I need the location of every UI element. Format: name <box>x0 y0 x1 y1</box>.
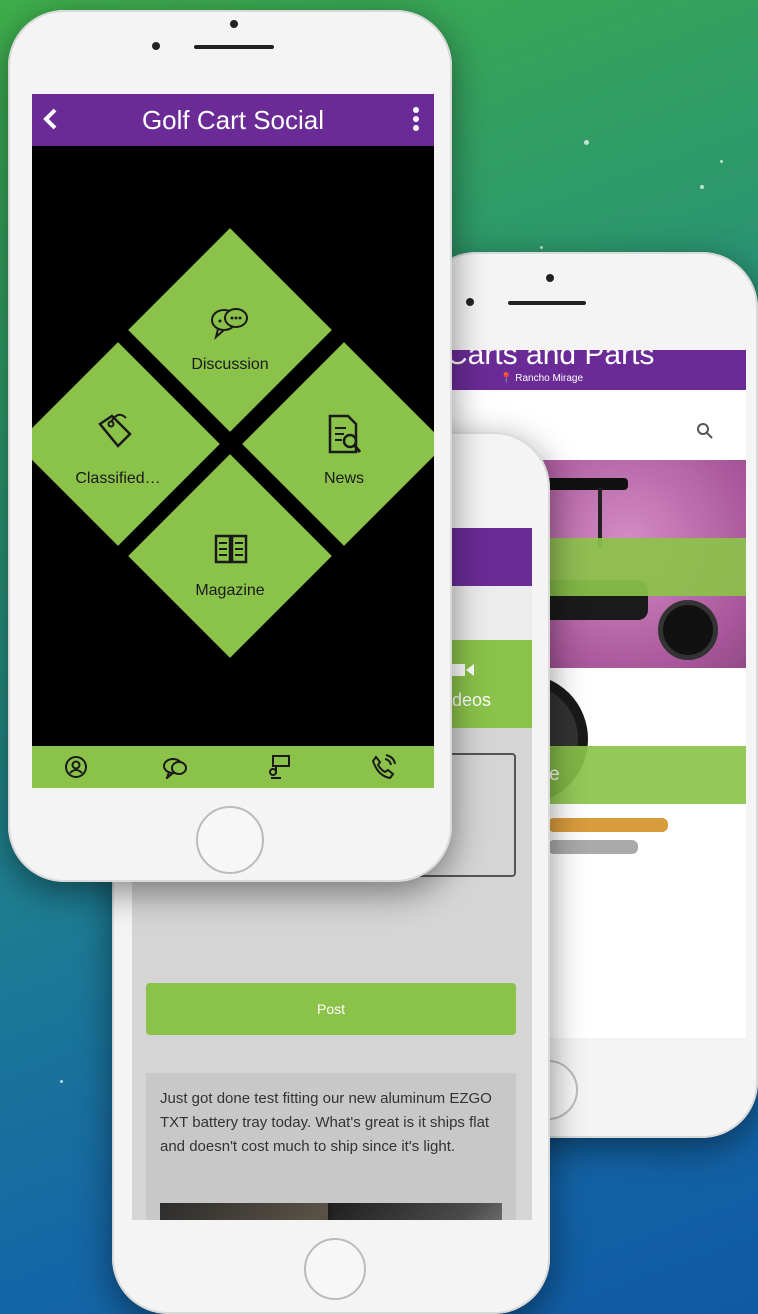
tile-label-magazine: Magazine <box>195 582 265 599</box>
tab-label: deos <box>452 690 492 710</box>
earpiece-speaker <box>194 45 274 49</box>
home-button[interactable] <box>196 806 264 874</box>
news-document-icon <box>328 414 362 454</box>
bottom-nav-bar <box>32 746 434 788</box>
post-button[interactable]: Post <box>146 983 516 1035</box>
front-sensor <box>466 298 474 306</box>
tile-label-classifieds: Classified… <box>75 470 161 487</box>
open-book-icon <box>214 534 248 564</box>
price-tag-icon <box>98 413 132 448</box>
store-title: Carts and Parts <box>448 350 655 371</box>
home-button[interactable] <box>304 1238 366 1300</box>
video-camera-icon <box>450 664 474 676</box>
chat-bubbles-icon <box>211 308 248 340</box>
feed-post: Just got done test fitting our new alumi… <box>146 1073 516 1220</box>
phone-front: Golf Cart Social Discussion Classified… <box>8 10 452 882</box>
app-header: Carts and Parts 📍 Rancho Mirage <box>448 350 746 390</box>
earpiece-speaker <box>508 301 586 305</box>
post-photo[interactable] <box>160 1203 502 1220</box>
map-pin-icon: 📍 <box>500 373 513 384</box>
chat-icon[interactable] <box>162 755 188 779</box>
app-header: Golf Cart Social <box>32 94 434 146</box>
location-label: 📍 Rancho Mirage <box>500 373 584 384</box>
billboard-icon[interactable] <box>268 754 292 780</box>
home-screen: Golf Cart Social Discussion Classified… <box>32 94 434 788</box>
more-options-icon[interactable] <box>412 106 420 132</box>
front-sensor <box>152 42 160 50</box>
front-camera <box>230 20 238 28</box>
app-title: Golf Cart Social <box>141 105 325 135</box>
search-icon[interactable] <box>696 422 714 440</box>
phone-icon[interactable] <box>370 754 396 780</box>
tile-label-news: News <box>323 470 364 487</box>
front-camera <box>546 274 554 282</box>
post-text: Just got done test fitting our new alumi… <box>160 1090 492 1155</box>
profile-icon[interactable] <box>64 755 88 779</box>
tile-label-discussion: Discussion <box>191 356 269 373</box>
